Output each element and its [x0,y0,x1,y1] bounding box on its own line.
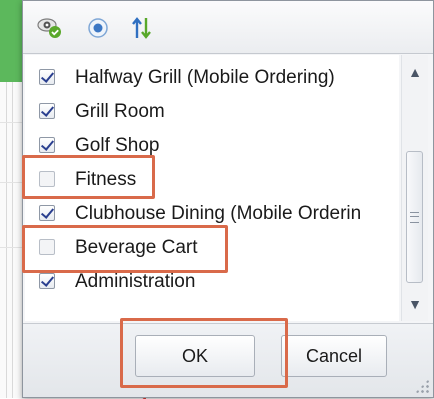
popup-toolbar [23,1,433,54]
checkbox-checked[interactable] [39,205,55,221]
list-item-label: Golf Shop [75,135,160,156]
sort-button[interactable] [129,15,155,41]
checkbox-checked[interactable] [39,273,55,289]
visibility-settings-icon [37,18,61,38]
list-item-label: Halfway Grill (Mobile Ordering) [75,67,335,88]
grid-line [6,82,7,398]
grid-line [12,82,13,398]
grip-icon [410,212,419,223]
scroll-down-arrow-icon[interactable]: ▼ [402,289,428,319]
radio-option-button[interactable] [85,15,111,41]
sort-icon [132,17,151,39]
highlight-box-fitness [22,155,155,199]
list-item[interactable]: Halfway Grill (Mobile Ordering) [25,61,399,95]
list-item-label: Grill Room [75,101,165,122]
highlight-box-ok [120,318,288,388]
vertical-scrollbar[interactable]: ▲ ▼ [401,55,428,321]
checkbox-checked[interactable] [39,137,55,153]
list-item[interactable]: Grill Room [25,95,399,129]
highlight-box-beverage-cart [22,225,228,273]
checkbox-checked[interactable] [39,103,55,119]
scroll-up-arrow-icon[interactable]: ▲ [402,57,428,87]
cancel-button[interactable]: Cancel [281,335,387,377]
list-item-label: Clubhouse Dining (Mobile Orderin [75,203,362,224]
checkbox-checked[interactable] [39,69,55,85]
radio-dot-icon [88,18,108,38]
scroll-thumb[interactable] [406,151,423,283]
list-item-label: Administration [75,271,196,292]
visibility-settings-button[interactable] [37,15,63,41]
